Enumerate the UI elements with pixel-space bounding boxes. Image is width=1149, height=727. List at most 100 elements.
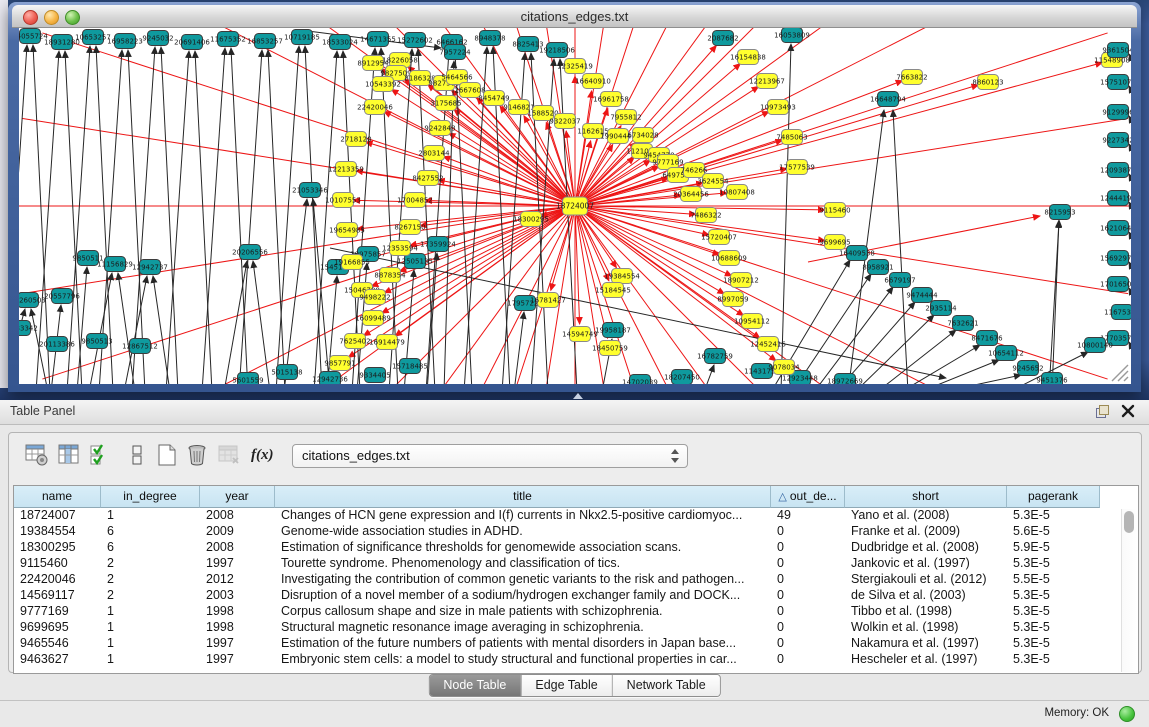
graph-node[interactable]	[20, 29, 41, 44]
graph-node[interactable]	[608, 129, 629, 144]
graph-node[interactable]	[115, 34, 136, 49]
graph-node[interactable]	[365, 100, 386, 115]
graph-node[interactable]	[400, 359, 421, 374]
graph-node[interactable]	[330, 35, 351, 50]
graph-node[interactable]	[782, 130, 803, 145]
graph-node[interactable]	[521, 212, 542, 227]
create-table-icon[interactable]	[155, 443, 179, 467]
graph-node[interactable]	[1112, 305, 1132, 320]
graph-node[interactable]	[436, 96, 457, 111]
select-columns-icon[interactable]	[89, 443, 113, 467]
graph-node[interactable]	[825, 235, 846, 250]
graph-node[interactable]	[400, 220, 421, 235]
graph-node[interactable]	[1108, 105, 1129, 120]
graph-node[interactable]	[847, 246, 868, 261]
table-row[interactable]: 1872400712008Changes of HCN gene express…	[14, 508, 1122, 524]
graph-node[interactable]	[835, 374, 856, 385]
graph-node[interactable]	[953, 316, 974, 331]
graph-node[interactable]	[757, 74, 778, 89]
graph-node[interactable]	[1108, 191, 1129, 206]
graph-node[interactable]	[218, 32, 239, 47]
row-height-icon[interactable]	[125, 443, 149, 467]
graph-node[interactable]	[709, 230, 730, 245]
graph-node[interactable]	[672, 370, 693, 385]
graph-node[interactable]	[825, 203, 846, 218]
graph-node[interactable]	[977, 331, 998, 346]
graph-node[interactable]	[713, 31, 734, 46]
graph-node[interactable]	[681, 187, 702, 202]
graph-node[interactable]	[255, 34, 276, 49]
graph-node[interactable]	[1108, 133, 1129, 148]
graph-node[interactable]	[390, 241, 411, 256]
graph-node[interactable]	[565, 59, 586, 74]
table-row[interactable]: 969969511998Structural magnetic resonanc…	[14, 620, 1122, 636]
graph-node[interactable]	[277, 365, 298, 380]
graph-node[interactable]	[47, 337, 68, 352]
window-resize-grip[interactable]	[1112, 365, 1128, 381]
graph-node[interactable]	[418, 171, 439, 186]
graph-node[interactable]	[515, 296, 536, 311]
graph-node[interactable]	[78, 251, 99, 266]
citation-network-graph[interactable]: 2405572418931280106532571695822392450322…	[19, 28, 1131, 384]
graph-node[interactable]	[601, 92, 622, 107]
graph-node[interactable]	[460, 83, 481, 98]
graph-node[interactable]	[1050, 205, 1071, 220]
delete-table-icon[interactable]	[185, 443, 209, 467]
graph-node[interactable]	[868, 260, 889, 275]
graph-node[interactable]	[538, 293, 559, 308]
graph-node[interactable]	[547, 43, 568, 58]
column-header-name[interactable]: name	[14, 486, 101, 508]
graph-node[interactable]	[365, 290, 386, 305]
graph-node[interactable]	[130, 339, 151, 354]
graph-node[interactable]	[1108, 277, 1129, 292]
network-window-titlebar[interactable]: citations_edges.txt	[12, 5, 1137, 28]
graph-node[interactable]	[1108, 75, 1129, 90]
graph-node[interactable]	[365, 368, 386, 383]
graph-node[interactable]	[345, 334, 366, 349]
graph-node[interactable]	[1108, 163, 1129, 178]
graph-node[interactable]	[912, 288, 933, 303]
graph-node[interactable]	[484, 91, 505, 106]
graph-node[interactable]	[148, 31, 169, 46]
table-scrollbar-thumb[interactable]	[1124, 511, 1134, 533]
graph-node[interactable]	[320, 372, 341, 385]
graph-node[interactable]	[373, 77, 394, 92]
graph-node[interactable]	[633, 128, 654, 143]
graph-node[interactable]	[787, 160, 808, 175]
show-columns-icon[interactable]	[57, 443, 81, 467]
graph-node[interactable]	[428, 237, 449, 252]
graph-node[interactable]	[931, 301, 952, 316]
graph-node[interactable]	[696, 208, 717, 223]
graph-node[interactable]	[337, 223, 358, 238]
network-window[interactable]: citations_edges.txt 24055724189312801065…	[8, 2, 1141, 392]
graph-node[interactable]	[768, 100, 789, 115]
graph-node[interactable]	[1018, 361, 1039, 376]
graph-node[interactable]	[782, 28, 803, 43]
graph-node[interactable]	[330, 356, 351, 371]
graph-node[interactable]	[445, 45, 466, 60]
graph-node[interactable]	[509, 100, 530, 115]
table-scrollbar[interactable]	[1121, 509, 1137, 672]
graph-node[interactable]	[583, 124, 604, 139]
graph-node[interactable]	[19, 321, 31, 336]
split-pane-handle-icon[interactable]	[573, 393, 583, 399]
graph-node[interactable]	[902, 70, 923, 85]
float-panel-icon[interactable]	[1096, 405, 1109, 418]
graph-node[interactable]	[1108, 251, 1129, 266]
graph-node[interactable]	[723, 292, 744, 307]
graph-node[interactable]	[603, 283, 624, 298]
graph-node[interactable]	[87, 334, 108, 349]
graph-node[interactable]	[630, 375, 651, 385]
graph-node[interactable]	[363, 56, 384, 71]
graph-node[interactable]	[363, 311, 384, 326]
table-row[interactable]: 946362711997Embryonic stem cells: a mode…	[14, 652, 1122, 668]
graph-node[interactable]	[616, 110, 637, 125]
graph-node[interactable]	[1085, 338, 1106, 353]
column-header-year[interactable]: year	[200, 486, 275, 508]
graph-node[interactable]	[774, 360, 795, 375]
graph-node[interactable]	[727, 185, 748, 200]
table-row[interactable]: 911546021997Tourette syndrome. Phenomeno…	[14, 556, 1122, 572]
graph-node[interactable]	[758, 337, 779, 352]
graph-node[interactable]	[603, 323, 624, 338]
graph-node[interactable]	[300, 183, 321, 198]
